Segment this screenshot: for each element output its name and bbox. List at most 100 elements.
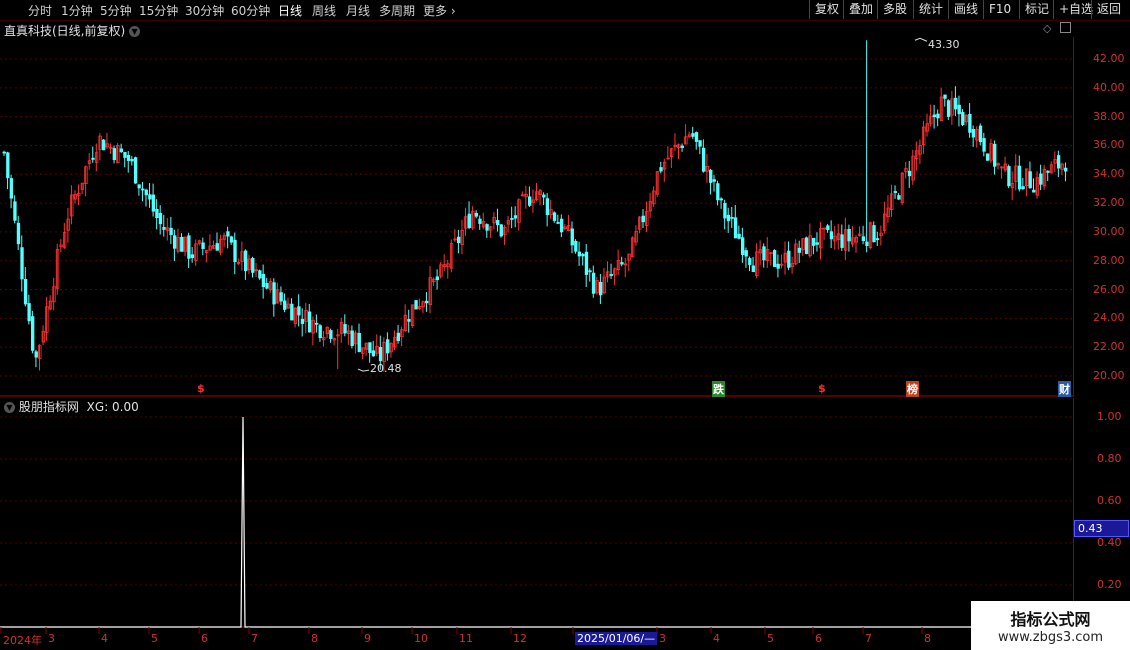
candle-body	[343, 324, 347, 334]
time-axis-label: 7	[251, 632, 258, 645]
candle-body	[169, 227, 173, 235]
f10-button[interactable]: F10	[983, 0, 1016, 19]
candle-body	[730, 216, 734, 219]
candle-body	[591, 272, 596, 294]
candle-body	[751, 265, 755, 273]
mark-button[interactable]: 标记	[1019, 0, 1054, 19]
candle-body	[680, 145, 684, 148]
tab-1min[interactable]: 1分钟	[61, 2, 93, 19]
candle-body	[932, 114, 937, 118]
event-marker-dollar[interactable]: $	[818, 382, 826, 395]
price-tick-label: 40.00	[1093, 80, 1125, 94]
candle-body	[556, 222, 560, 224]
candle-body	[748, 258, 752, 265]
candle-body	[371, 350, 376, 357]
tab-5min[interactable]: 5分钟	[100, 2, 132, 19]
candle-body	[229, 236, 234, 243]
candle-body	[318, 325, 322, 339]
candle-body	[226, 231, 230, 237]
candle-body	[776, 263, 780, 269]
candle-body	[641, 215, 645, 223]
draw-line-button[interactable]: 画线	[948, 0, 983, 19]
tab-weekly[interactable]: 周线	[312, 2, 336, 19]
candle-body	[407, 319, 411, 322]
tab-15min[interactable]: 15分钟	[139, 2, 178, 19]
candle-body	[812, 237, 816, 246]
candle-body	[467, 213, 471, 228]
stats-button[interactable]: 统计	[913, 0, 948, 19]
candle-body	[329, 330, 333, 339]
tab-monthly[interactable]: 月线	[346, 2, 370, 19]
candle-body	[456, 236, 461, 244]
candle-body	[698, 140, 702, 147]
candle-body	[119, 148, 124, 153]
time-axis-label: 12	[513, 632, 527, 645]
tab-more[interactable]: 更多 ›	[423, 2, 456, 19]
time-axis-label: 3	[48, 632, 55, 645]
tab-60min[interactable]: 60分钟	[231, 2, 270, 19]
chevron-down-icon[interactable]: ▼	[4, 402, 15, 413]
price-tick-label: 26.00	[1093, 282, 1125, 296]
candle-body	[435, 276, 440, 280]
candle-body	[733, 217, 738, 239]
candle-body	[961, 112, 965, 125]
multi-stock-button[interactable]: 多股	[877, 0, 912, 19]
back-button[interactable]: 返回	[1091, 0, 1126, 19]
tab-fenshi[interactable]: 分时	[28, 2, 52, 19]
xg-indicator-line	[0, 416, 1074, 628]
candle-body	[23, 278, 28, 305]
candle-body	[368, 342, 372, 353]
event-marker-rank[interactable]: 榜	[906, 381, 919, 397]
candle-body	[577, 251, 582, 257]
indicator-title[interactable]: ▼ 股朋指标网 XG: 0.00	[4, 398, 139, 415]
tab-multi-period[interactable]: 多周期	[379, 2, 415, 19]
candle-body	[1046, 170, 1050, 173]
time-axis-label: 5	[767, 632, 774, 645]
indicator-name: 股朋指标网	[18, 400, 79, 414]
time-axis-label: 4	[101, 632, 108, 645]
candle-body	[581, 253, 585, 257]
adjust-button[interactable]: 复权	[809, 0, 844, 19]
tab-30min[interactable]: 30分钟	[185, 2, 224, 19]
event-marker-dollar[interactable]: $	[197, 382, 205, 395]
candle-body	[574, 240, 578, 252]
candle-body	[982, 138, 986, 152]
candle-body	[478, 218, 482, 224]
candle-body	[141, 188, 145, 191]
candle-body	[144, 189, 148, 196]
candle-body	[957, 104, 961, 115]
indicator-tick-label: 0.80	[1097, 452, 1122, 465]
candle-body	[978, 125, 983, 143]
candle-body	[137, 184, 141, 189]
candle-body	[425, 300, 429, 304]
candle-body	[609, 274, 613, 276]
low-price-label: 20.48	[370, 362, 402, 375]
candle-body	[258, 270, 262, 279]
indicator-tick-label: 0.20	[1097, 578, 1122, 591]
candle-body	[716, 183, 720, 201]
candle-body	[112, 148, 117, 161]
time-axis-label: 6	[815, 632, 822, 645]
candle-body	[297, 306, 301, 316]
price-tick-label: 22.00	[1093, 340, 1125, 354]
tab-daily[interactable]: 日线	[278, 2, 302, 19]
event-marker-drop[interactable]: 跌	[712, 381, 725, 397]
candle-body	[545, 198, 550, 216]
high-leader	[914, 37, 928, 42]
candle-body	[510, 218, 514, 220]
candle-body	[897, 195, 901, 200]
event-marker-finance[interactable]: 财	[1058, 381, 1071, 397]
candle-body	[350, 330, 354, 346]
candle-body	[815, 242, 819, 245]
candle-body	[1064, 167, 1068, 172]
time-axis-label: 4	[713, 632, 720, 645]
candle-body	[1056, 155, 1061, 169]
time-axis-label: 9	[364, 632, 371, 645]
candle-body	[283, 300, 287, 310]
candle-body	[762, 246, 766, 261]
price-tick-label: 30.00	[1093, 224, 1125, 238]
candlestick-chart[interactable]	[0, 20, 1074, 640]
low-leader	[357, 368, 370, 372]
candle-body	[474, 212, 479, 217]
overlay-button[interactable]: 叠加	[843, 0, 878, 19]
